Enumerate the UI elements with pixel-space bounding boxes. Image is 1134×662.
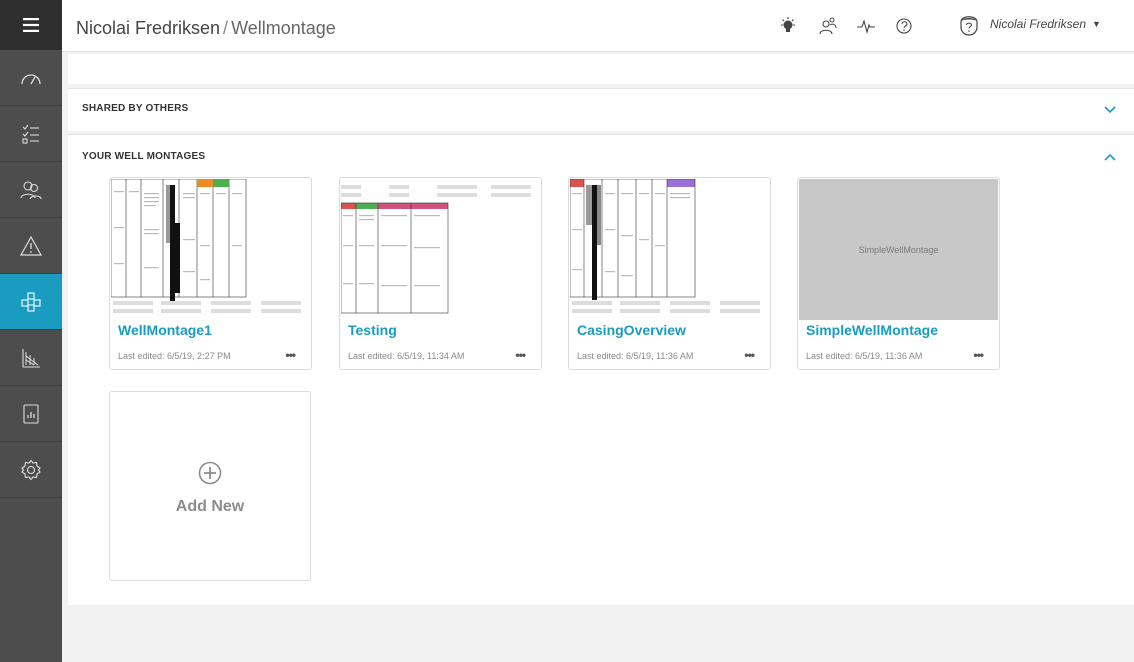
sidebar-item-reports[interactable] — [0, 386, 62, 442]
montage-card[interactable]: WellMontage1 Last edited: 6/5/19, 2:27 P… — [109, 177, 312, 370]
menu-button[interactable] — [0, 0, 62, 50]
users-icon — [819, 17, 837, 35]
more-options-icon[interactable]: ••• — [285, 348, 296, 362]
montage-last-edited: Last edited: 6/5/19, 11:36 AM — [577, 351, 694, 361]
chevron-up-icon[interactable] — [1104, 150, 1116, 164]
more-options-icon[interactable]: ••• — [744, 348, 755, 362]
sidebar-item-dashboard[interactable] — [0, 50, 62, 106]
sidebar-item-users[interactable] — [0, 162, 62, 218]
sidebar-item-alerts[interactable] — [0, 218, 62, 274]
plus-circle-icon — [198, 461, 222, 485]
montage-thumbnail[interactable] — [111, 179, 310, 320]
montage-last-edited: Last edited: 6/5/19, 11:36 AM — [806, 351, 923, 361]
lightbulb-icon — [781, 17, 795, 32]
more-options-icon[interactable]: ••• — [973, 348, 984, 362]
breadcrumb: Nicolai Fredriksen / Wellmontage — [76, 18, 336, 39]
montage-title[interactable]: SimpleWellMontage — [806, 322, 938, 338]
shared-panel: SHARED BY OTHERS — [68, 88, 1134, 131]
montage-last-edited: Last edited: 6/5/19, 2:27 PM — [118, 351, 231, 361]
montage-thumbnail-placeholder[interactable]: SimpleWellMontage — [799, 179, 998, 320]
breadcrumb-owner[interactable]: Nicolai Fredriksen — [76, 18, 220, 38]
settings-icon — [21, 459, 41, 480]
well-montage-icon — [21, 291, 41, 312]
report-icon — [23, 403, 39, 424]
user-menu[interactable]: Nicolai Fredriksen ▼ — [958, 12, 1101, 36]
user-name: Nicolai Fredriksen — [990, 17, 1087, 31]
help-icon — [896, 18, 912, 34]
sidebar — [0, 0, 62, 662]
montage-title[interactable]: CasingOverview — [577, 322, 686, 338]
activity-button[interactable] — [856, 16, 876, 36]
avatar-icon — [960, 16, 978, 36]
top-header: Nicolai Fredriksen / Wellmontage Nicolai F… — [62, 0, 1134, 52]
montage-card[interactable]: Testing Last edited: 6/5/19, 11:34 AM ••… — [339, 177, 542, 370]
montage-thumbnail[interactable] — [341, 179, 540, 320]
checklist-icon — [22, 124, 39, 144]
sidebar-item-settings[interactable] — [0, 442, 62, 498]
breadcrumb-page: Wellmontage — [231, 18, 336, 38]
montage-card[interactable]: CasingOverview Last edited: 6/5/19, 11:3… — [568, 177, 771, 370]
montage-card[interactable]: SimpleWellMontage SimpleWellMontage Last… — [797, 177, 1000, 370]
add-new-button[interactable]: Add New — [109, 391, 311, 581]
chart-grid-icon — [22, 348, 40, 368]
montage-title[interactable]: Testing — [348, 322, 397, 338]
more-options-icon[interactable]: ••• — [515, 348, 526, 362]
sidebar-item-well-montage[interactable] — [0, 274, 62, 330]
shared-panel-title[interactable]: SHARED BY OTHERS — [82, 103, 188, 114]
users-icon — [20, 180, 42, 199]
montage-title[interactable]: WellMontage1 — [118, 322, 212, 338]
menu-icon — [23, 18, 39, 32]
chevron-down-icon[interactable] — [1104, 103, 1116, 117]
breadcrumb-separator: / — [223, 18, 229, 38]
your-montages-title[interactable]: YOUR WELL MONTAGES — [82, 151, 205, 162]
montage-last-edited: Last edited: 6/5/19, 11:34 AM — [348, 351, 465, 361]
toolbar-strip — [68, 54, 1134, 84]
lightbulb-button[interactable] — [778, 16, 798, 36]
add-new-label: Add New — [175, 498, 245, 515]
users-button[interactable] — [818, 16, 838, 36]
help-button[interactable] — [894, 16, 914, 36]
dashboard-gauge-icon — [21, 73, 41, 84]
chevron-down-icon: ▼ — [1092, 19, 1101, 29]
sidebar-item-tasks[interactable] — [0, 106, 62, 162]
warning-icon — [20, 235, 42, 256]
montage-thumbnail[interactable] — [570, 179, 769, 320]
sidebar-item-charts[interactable] — [0, 330, 62, 386]
activity-icon — [857, 19, 875, 34]
